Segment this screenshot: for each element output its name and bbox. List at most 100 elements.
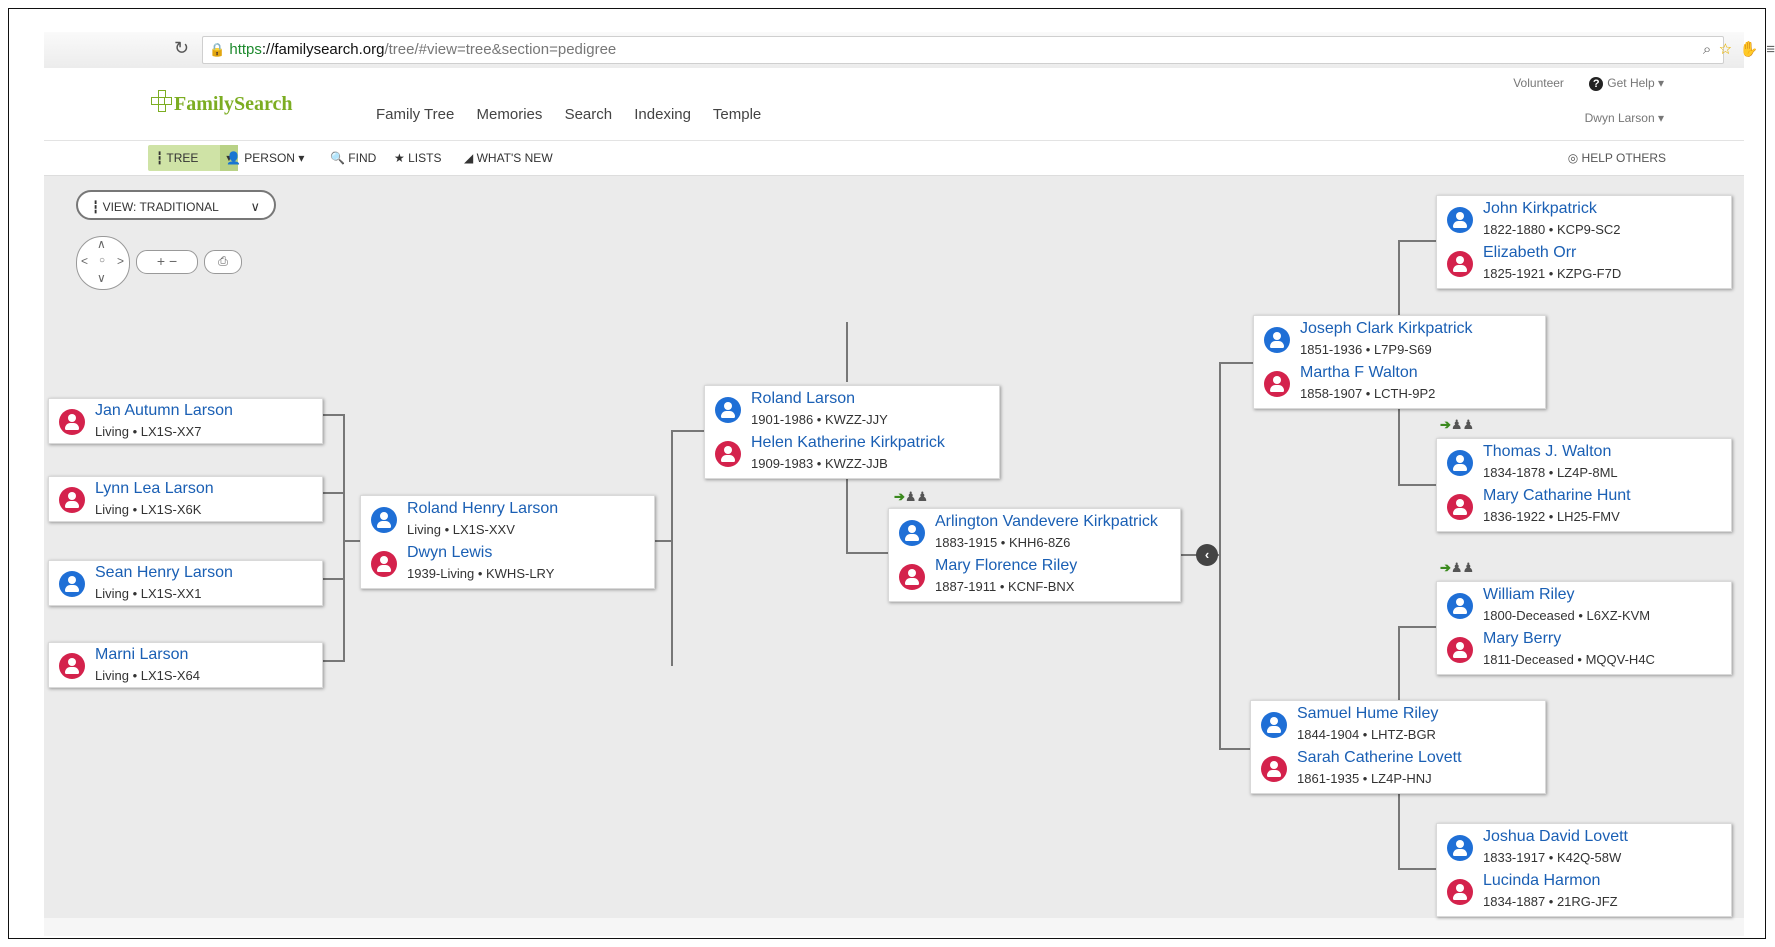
person-entry[interactable]: Lucinda Harmon 1834-1887 • 21RG-JFZ	[1437, 870, 1731, 914]
person-entry[interactable]: Joseph Clark Kirkpatrick 1851-1936 • L7P9…	[1254, 318, 1545, 362]
person-name[interactable]: Lynn Lea Larson	[95, 480, 214, 498]
couple-card-ancestors[interactable]: Thomas J. Walton 1834-1878 • LZ4P-8ML Mar…	[1436, 438, 1732, 532]
nav-indexing[interactable]: Indexing	[634, 106, 691, 123]
pan-left-icon[interactable]: <	[81, 254, 88, 268]
couple-card-ancestors[interactable]: Samuel Hume Riley 1844-1904 • LHTZ-BGR Sa…	[1250, 700, 1546, 794]
couple-card-father-parents[interactable]: Roland Larson 1901-1986 • KWZZ-JJY Helen …	[704, 385, 1000, 479]
person-entry[interactable]: Martha F Walton 1858-1907 • LCTH-9P2	[1254, 362, 1545, 406]
connector	[1398, 626, 1400, 702]
site-header: FamilySearch Family Tree Memories Search…	[44, 68, 1744, 141]
person-name[interactable]: Sean Henry Larson	[95, 564, 233, 582]
person-name[interactable]: Mary Florence Riley	[935, 557, 1077, 575]
couple-card-ancestors[interactable]: Joseph Clark Kirkpatrick 1851-1936 • L7P9…	[1253, 315, 1546, 409]
person-entry[interactable]: Arlington Vandevere Kirkpatrick 1883-1915…	[889, 511, 1180, 555]
nav-family-tree[interactable]: Family Tree	[376, 106, 454, 123]
male-avatar-icon	[1447, 593, 1473, 619]
pan-right-icon[interactable]: >	[117, 254, 124, 268]
person-entry[interactable]: Elizabeth Orr 1825-1921 • KZPG-F7D	[1437, 242, 1731, 286]
connector	[1398, 408, 1400, 484]
person-entry[interactable]: Mary Catharine Hunt 1836-1922 • LH25-FMV	[1437, 485, 1731, 529]
extension-icon[interactable]: ✋	[1740, 41, 1767, 58]
couple-card-ancestors[interactable]: William Riley 1800-Deceased • L6XZ-KVM Ma…	[1436, 581, 1732, 675]
person-entry[interactable]: Samuel Hume Riley 1844-1904 • LHTZ-BGR	[1251, 703, 1545, 747]
zoom-control[interactable]: + −	[136, 250, 198, 274]
person-entry[interactable]: Sean Henry Larson Living • LX1S-XX1	[49, 562, 322, 606]
person-entry[interactable]: Jan Autumn Larson Living • LX1S-XX7	[49, 400, 322, 444]
person-entry[interactable]: Lynn Lea Larson Living • LX1S-X6K	[49, 478, 322, 522]
expand-ancestors-icon[interactable]: ➔♟♟	[1440, 560, 1474, 576]
help-others-button[interactable]: ◎ HELP OTHERS	[1568, 145, 1666, 171]
connector	[1219, 748, 1253, 750]
person-entry[interactable]: Mary Berry 1811-Deceased • MQQV-H4C	[1437, 628, 1731, 672]
person-name[interactable]: Roland Henry Larson	[407, 500, 558, 518]
person-entry[interactable]: Thomas J. Walton 1834-1878 • LZ4P-8ML	[1437, 441, 1731, 485]
tree-button[interactable]: ┇ TREE ▼	[148, 145, 238, 171]
familysearch-logo[interactable]: FamilySearch	[150, 90, 293, 116]
zoom-icon[interactable]: ⌕	[1703, 41, 1719, 58]
pan-up-icon[interactable]: ∧	[97, 237, 106, 251]
person-card-child[interactable]: Lynn Lea Larson Living • LX1S-X6K	[48, 476, 323, 522]
nav-search[interactable]: Search	[565, 106, 613, 123]
person-name[interactable]: Joseph Clark Kirkpatrick	[1300, 320, 1473, 338]
pan-down-icon[interactable]: ∨	[97, 271, 106, 285]
person-lifespan-id: 1834-1887 • 21RG-JFZ	[1483, 894, 1618, 909]
find-button[interactable]: 🔍 FIND	[330, 145, 376, 171]
person-name[interactable]: Mary Catharine Hunt	[1483, 487, 1631, 505]
person-name[interactable]: Martha F Walton	[1300, 364, 1418, 382]
person-card-child[interactable]: Marni Larson Living • LX1S-X64	[48, 642, 323, 688]
couple-card-ancestors[interactable]: John Kirkpatrick 1822-1880 • KCP9-SC2 Eli…	[1436, 195, 1732, 289]
person-name[interactable]: William Riley	[1483, 586, 1575, 604]
person-name[interactable]: Sarah Catherine Lovett	[1297, 749, 1462, 767]
person-name[interactable]: Helen Katherine Kirkpatrick	[751, 434, 945, 452]
navigate-back-icon[interactable]: ‹	[1196, 544, 1218, 566]
person-button[interactable]: 👤 PERSON ▾	[226, 145, 304, 171]
person-name[interactable]: John Kirkpatrick	[1483, 200, 1597, 218]
person-lifespan-id: 1861-1935 • LZ4P-HNJ	[1297, 771, 1432, 786]
person-name[interactable]: Mary Berry	[1483, 630, 1561, 648]
person-entry[interactable]: Joshua David Lovett 1833-1917 • K42Q-58W	[1437, 826, 1731, 870]
pan-center-icon[interactable]: ○	[99, 255, 105, 266]
person-lifespan-id: 1800-Deceased • L6XZ-KVM	[1483, 608, 1651, 623]
get-help-link[interactable]: Get Help	[1607, 76, 1654, 90]
person-entry[interactable]: Sarah Catherine Lovett 1861-1935 • LZ4P-H…	[1251, 747, 1545, 791]
whats-new-button[interactable]: ◢ WHAT'S NEW	[464, 145, 553, 171]
person-entry[interactable]: Mary Florence Riley 1887-1911 • KCNF-BNX	[889, 555, 1180, 599]
menu-icon[interactable]: ≡	[1766, 41, 1775, 58]
pan-control[interactable]: ∧ ∨ < > ○	[76, 236, 130, 290]
person-entry[interactable]: John Kirkpatrick 1822-1880 • KCP9-SC2	[1437, 198, 1731, 242]
person-entry[interactable]: William Riley 1800-Deceased • L6XZ-KVM	[1437, 584, 1731, 628]
person-entry[interactable]: Roland Henry Larson Living • LX1S-XXV	[361, 498, 654, 542]
volunteer-link[interactable]: Volunteer	[1513, 76, 1564, 90]
person-name[interactable]: Roland Larson	[751, 390, 855, 408]
couple-card-mother-parents[interactable]: Arlington Vandevere Kirkpatrick 1883-1915…	[888, 508, 1181, 602]
url-field[interactable]: 🔒 https://familysearch.org/tree/#view=tr…	[202, 36, 1775, 64]
person-card-child[interactable]: Jan Autumn Larson Living • LX1S-XX7	[48, 398, 323, 444]
person-name[interactable]: Jan Autumn Larson	[95, 402, 233, 420]
nav-temple[interactable]: Temple	[713, 106, 761, 123]
person-name[interactable]: Arlington Vandevere Kirkpatrick	[935, 513, 1158, 531]
reload-icon[interactable]: ↻	[174, 38, 189, 59]
expand-ancestors-icon[interactable]: ➔♟♟	[894, 489, 928, 505]
person-entry[interactable]: Roland Larson 1901-1986 • KWZZ-JJY	[705, 388, 999, 432]
view-selector[interactable]: ┇ VIEW: TRADITIONAL ∨	[76, 190, 276, 220]
person-name[interactable]: Lucinda Harmon	[1483, 872, 1600, 890]
lists-button[interactable]: ★ LISTS	[394, 145, 441, 171]
nav-memories[interactable]: Memories	[477, 106, 543, 123]
person-card-child[interactable]: Sean Henry Larson Living • LX1S-XX1	[48, 560, 323, 606]
person-entry[interactable]: Marni Larson Living • LX1S-X64	[49, 644, 322, 688]
person-name[interactable]: Thomas J. Walton	[1483, 443, 1611, 461]
bookmark-star-icon[interactable]: ☆	[1719, 41, 1739, 58]
expand-ancestors-icon[interactable]: ➔♟♟	[1440, 417, 1474, 433]
couple-card-root[interactable]: Roland Henry Larson Living • LX1S-XXV Dwy…	[360, 495, 655, 589]
person-name[interactable]: Marni Larson	[95, 646, 188, 664]
person-name[interactable]: Joshua David Lovett	[1483, 828, 1628, 846]
search-icon: 🔍	[330, 151, 345, 165]
person-name[interactable]: Elizabeth Orr	[1483, 244, 1576, 262]
person-entry[interactable]: Dwyn Lewis 1939-Living • KWHS-LRY	[361, 542, 654, 586]
person-name[interactable]: Dwyn Lewis	[407, 544, 492, 562]
couple-card-ancestors[interactable]: Joshua David Lovett 1833-1917 • K42Q-58W …	[1436, 823, 1732, 917]
person-entry[interactable]: Helen Katherine Kirkpatrick 1909-1983 • K…	[705, 432, 999, 476]
print-icon[interactable]: ⎙	[204, 250, 242, 274]
person-name[interactable]: Samuel Hume Riley	[1297, 705, 1438, 723]
user-menu[interactable]: Dwyn Larson ▾	[1513, 111, 1664, 125]
